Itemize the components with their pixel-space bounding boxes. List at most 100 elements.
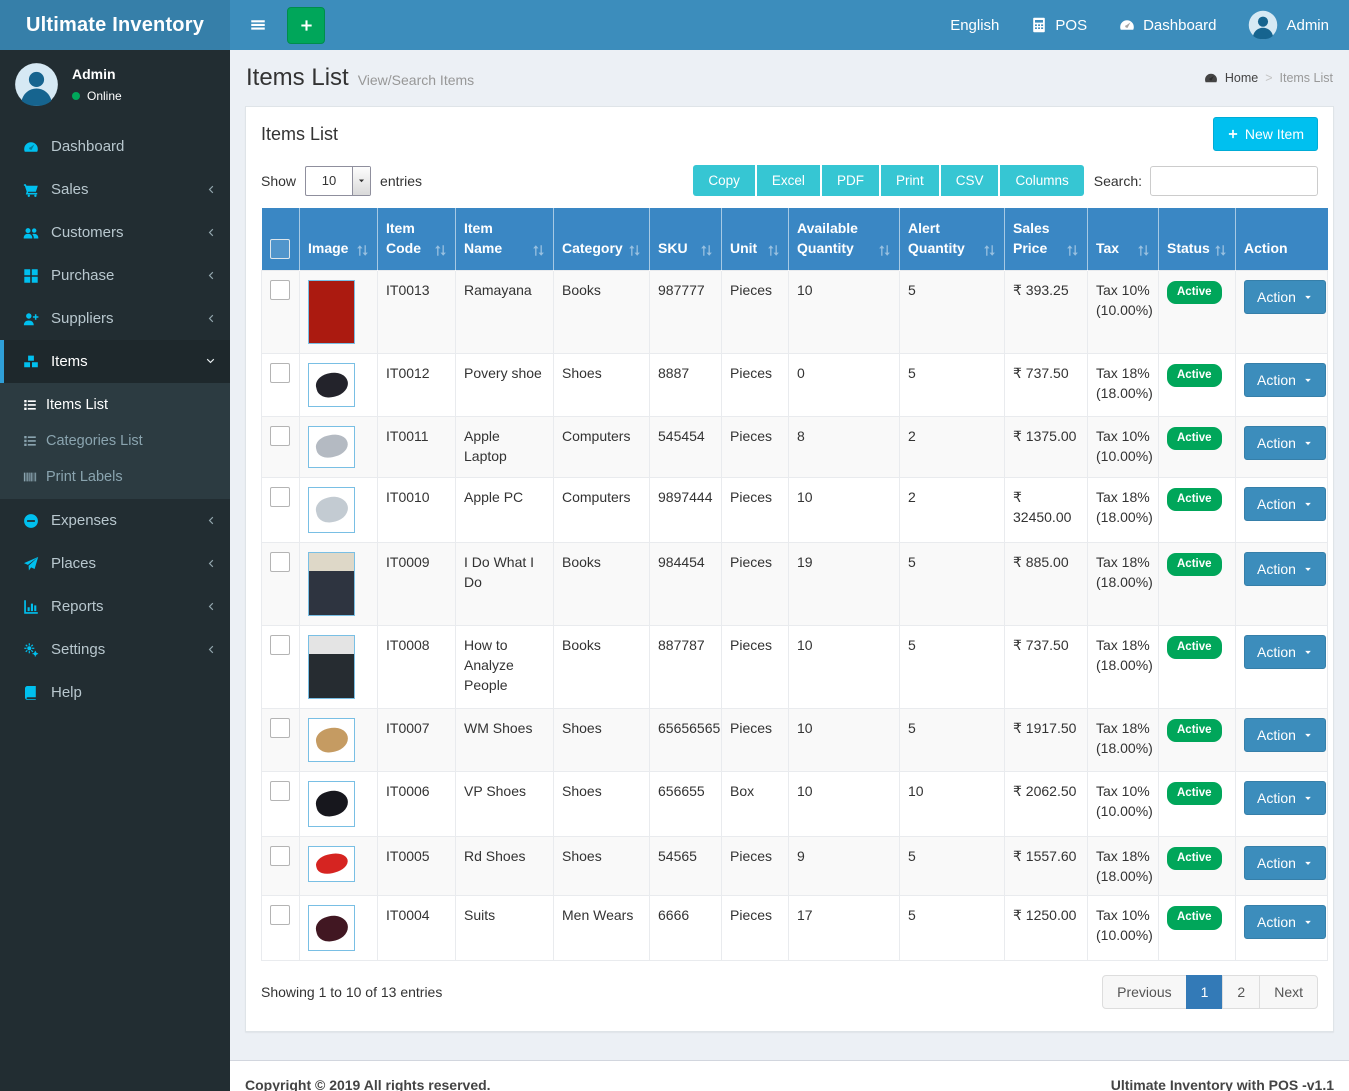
cell-tax: Tax 18%(18.00%) (1088, 708, 1159, 771)
cell-sales-price: ₹ 1375.00 (1005, 416, 1088, 477)
row-action-button[interactable]: Action (1244, 718, 1326, 752)
cell-unit: Box (722, 771, 789, 836)
column-header-content: Sales Price (1013, 218, 1079, 259)
navbar-item-english[interactable]: English (950, 17, 999, 34)
sidebar-link-expenses[interactable]: Expenses (0, 499, 230, 542)
row-checkbox[interactable] (270, 635, 290, 655)
row-action-button[interactable]: Action (1244, 363, 1326, 397)
sidebar-link-help[interactable]: Help (0, 671, 230, 714)
row-checkbox[interactable] (270, 905, 290, 925)
column-header-label: Alert Quantity (908, 218, 979, 259)
column-header-image[interactable]: Image (300, 208, 378, 270)
select-all-checkbox[interactable] (270, 239, 290, 259)
row-action-button[interactable]: Action (1244, 635, 1326, 669)
navbar-item-pos[interactable]: POS (1031, 17, 1087, 34)
breadcrumb: Home > Items List (1204, 71, 1333, 85)
sidebar-sublink-items-list[interactable]: Items List (0, 387, 230, 423)
column-header-available-quantity[interactable]: Available Quantity (789, 208, 900, 270)
row-action-button[interactable]: Action (1244, 846, 1326, 880)
row-checkbox[interactable] (270, 718, 290, 738)
content-header: Items List View/Search Items Home > Item… (230, 50, 1349, 96)
sidebar-link-items[interactable]: Items (0, 340, 230, 383)
cell-tax: Tax 10%(10.00%) (1088, 270, 1159, 353)
column-header-alert-quantity[interactable]: Alert Quantity (900, 208, 1005, 270)
row-checkbox[interactable] (270, 552, 290, 572)
row-checkbox[interactable] (270, 363, 290, 383)
export-csv-button[interactable]: CSV (941, 165, 999, 196)
cell-status: Active (1159, 836, 1236, 896)
top-navbar: Ultimate Inventory English POS Dashboard Ad… (0, 0, 1349, 50)
item-thumbnail (308, 487, 355, 533)
page-button-2[interactable]: 2 (1222, 975, 1260, 1009)
sidebar-link-suppliers[interactable]: Suppliers (0, 297, 230, 340)
navbar-left (230, 0, 325, 50)
sort-icon (700, 244, 713, 259)
cell-image (300, 896, 378, 961)
sidebar-item-label: Dashboard (51, 138, 124, 155)
export-excel-button[interactable]: Excel (757, 165, 820, 196)
action-button-label: Action (1257, 435, 1296, 451)
column-header-status[interactable]: Status (1159, 208, 1236, 270)
column-header-category[interactable]: Category (554, 208, 650, 270)
sidebar-link-customers[interactable]: Customers (0, 211, 230, 254)
cell-unit: Pieces (722, 270, 789, 353)
row-checkbox[interactable] (270, 280, 290, 300)
row-checkbox[interactable] (270, 426, 290, 446)
cell-sales-price: ₹ 1250.00 (1005, 896, 1088, 961)
quick-add-button[interactable] (287, 7, 325, 44)
column-header-label: Unit (730, 238, 757, 258)
sidebar-sublink-print-labels[interactable]: Print Labels (0, 459, 230, 495)
avatar-icon (14, 62, 59, 107)
page-button-1[interactable]: 1 (1186, 975, 1224, 1009)
row-action-button[interactable]: Action (1244, 487, 1326, 521)
column-header-item-name[interactable]: Item Name (456, 208, 554, 270)
action-button-label: Action (1257, 644, 1296, 660)
column-header-sku[interactable]: SKU (650, 208, 722, 270)
sidebar-sublink-categories-list[interactable]: Categories List (0, 423, 230, 459)
sidebar-link-sales[interactable]: Sales (0, 168, 230, 211)
cell-category: Books (554, 270, 650, 353)
navbar-item-dashboard[interactable]: Dashboard (1119, 17, 1216, 34)
sidebar-link-settings[interactable]: Settings (0, 628, 230, 671)
app-logo[interactable]: Ultimate Inventory (0, 0, 230, 50)
cell-sku: 545454 (650, 416, 722, 477)
search-input[interactable] (1150, 166, 1318, 196)
row-checkbox[interactable] (270, 846, 290, 866)
cell-sales-price: ₹ 1917.50 (1005, 708, 1088, 771)
column-header-tax[interactable]: Tax (1088, 208, 1159, 270)
cell-alert-quantity: 5 (900, 542, 1005, 625)
item-thumbnail (308, 363, 355, 407)
page-button-next[interactable]: Next (1259, 975, 1318, 1009)
row-action-button[interactable]: Action (1244, 426, 1326, 460)
navbar-item-admin[interactable]: Admin (1248, 10, 1329, 40)
sidebar-link-purchase[interactable]: Purchase (0, 254, 230, 297)
export-pdf-button[interactable]: PDF (822, 165, 879, 196)
row-checkbox[interactable] (270, 781, 290, 801)
cell-unit: Pieces (722, 416, 789, 477)
column-header-unit[interactable]: Unit (722, 208, 789, 270)
row-action-button[interactable]: Action (1244, 905, 1326, 939)
export-copy-button[interactable]: Copy (693, 165, 755, 196)
new-item-button[interactable]: New Item (1213, 117, 1318, 151)
column-header-item-code[interactable]: Item Code (378, 208, 456, 270)
row-action-button[interactable]: Action (1244, 280, 1326, 314)
column-header-sales-price[interactable]: Sales Price (1005, 208, 1088, 270)
row-action-button[interactable]: Action (1244, 552, 1326, 586)
export-columns-button[interactable]: Columns (1000, 165, 1083, 196)
sidebar-link-places[interactable]: Places (0, 542, 230, 585)
row-checkbox[interactable] (270, 487, 290, 507)
chevron-left-icon (205, 227, 216, 238)
sidebar-toggle-button[interactable] (237, 0, 279, 50)
gauge-icon (1119, 17, 1135, 33)
export-print-button[interactable]: Print (881, 165, 939, 196)
item-thumbnail (308, 718, 355, 762)
breadcrumb-home[interactable]: Home (1225, 71, 1258, 85)
row-action-button[interactable]: Action (1244, 781, 1326, 815)
sidebar-link-dashboard[interactable]: Dashboard (0, 125, 230, 168)
cell-item-code: IT0006 (378, 771, 456, 836)
sidebar-item-label: Help (51, 684, 82, 701)
page-button-previous[interactable]: Previous (1102, 975, 1186, 1009)
sidebar-link-reports[interactable]: Reports (0, 585, 230, 628)
page-size-select[interactable]: 10 (305, 166, 371, 196)
cell-unit: Pieces (722, 708, 789, 771)
